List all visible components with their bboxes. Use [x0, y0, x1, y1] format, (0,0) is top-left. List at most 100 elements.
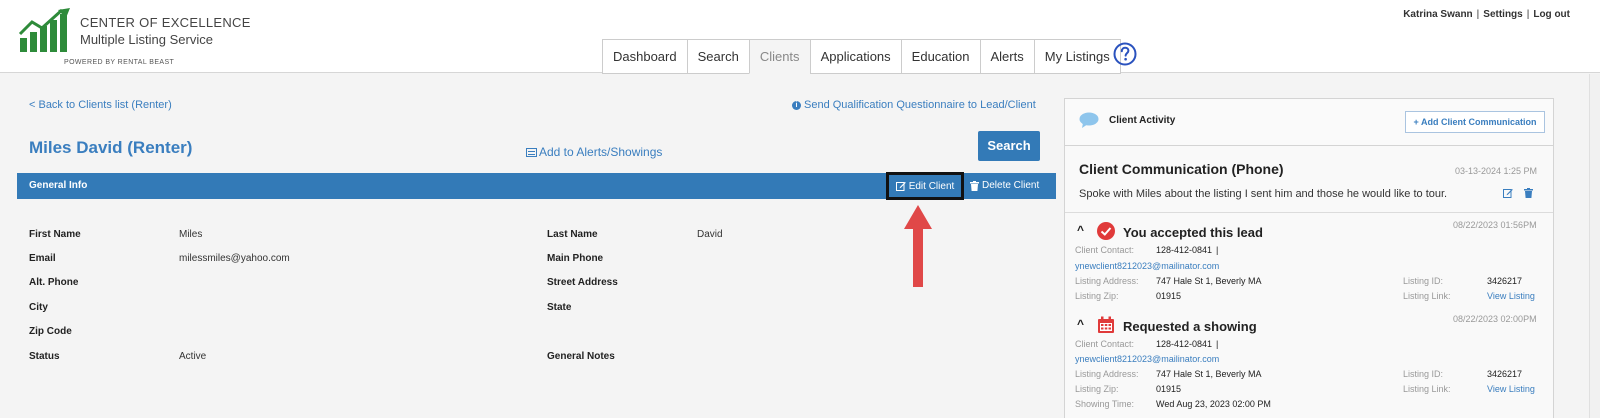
brand-powered-by: POWERED BY RENTAL BEAST [64, 59, 175, 66]
page-title: Miles David (Renter) [29, 138, 193, 157]
chevron-up-icon[interactable]: ^ [1077, 317, 1084, 331]
logout-link[interactable]: Log out [1533, 9, 1570, 20]
check-circle-icon [1097, 222, 1115, 240]
street-address-label: Street Address [547, 277, 618, 288]
user-links: Katrina Swann | Settings | Log out [1403, 9, 1570, 20]
search-button[interactable]: Search [978, 131, 1040, 161]
page-scrollbar[interactable] [1589, 74, 1600, 418]
brand-logo[interactable]: CENTER OF EXCELLENCE Multiple Listing Se… [18, 8, 250, 70]
state-label: State [547, 302, 572, 313]
email-label: Email [29, 253, 56, 264]
add-to-alerts-label: Add to Alerts/Showings [539, 145, 663, 159]
bar-chart-logo-icon [18, 8, 70, 52]
city-label: City [29, 302, 48, 313]
email-value: milessmiles@yahoo.com [179, 253, 290, 264]
app-header: CENTER OF EXCELLENCE Multiple Listing Se… [0, 0, 1600, 74]
client-contact-phone: 128-412-0841 [1156, 339, 1213, 349]
trash-icon[interactable] [1524, 188, 1533, 198]
add-client-communication-button[interactable]: + Add Client Communication [1405, 111, 1545, 133]
edit-client-button[interactable]: Edit Client [886, 172, 964, 200]
listing-id-label: Listing ID: [1403, 369, 1444, 379]
showing-time-label: Showing Time: [1075, 399, 1135, 409]
add-to-alerts-link[interactable]: Add to Alerts/Showings [526, 145, 662, 159]
edit-icon [895, 182, 906, 191]
client-activity-title: Client Activity [1109, 115, 1176, 126]
delete-client-label: Delete Client [982, 180, 1040, 191]
brand-line-2: Multiple Listing Service [80, 32, 213, 47]
tab-education[interactable]: Education [900, 39, 980, 74]
tab-dashboard[interactable]: Dashboard [602, 39, 687, 74]
tab-search[interactable]: Search [686, 39, 749, 74]
red-up-arrow-annotation [904, 205, 932, 287]
listing-zip-label: Listing Zip: [1075, 291, 1119, 301]
question-circle-icon[interactable] [1113, 42, 1137, 66]
back-to-clients-link[interactable]: < Back to Clients list (Renter) [29, 99, 172, 111]
client-activity-header: Client Activity + Add Client Communicati… [1065, 99, 1553, 146]
alt-phone-label: Alt. Phone [29, 277, 79, 288]
tab-clients[interactable]: Clients [748, 39, 810, 74]
listing-link-label: Listing Link: [1403, 291, 1451, 301]
listing-address-value: 747 Hale St 1, Beverly MA [1156, 276, 1262, 286]
chevron-up-icon[interactable]: ^ [1077, 223, 1084, 237]
listing-id-label: Listing ID: [1403, 276, 1444, 286]
listing-zip-value: 01915 [1156, 384, 1182, 394]
user-name-link[interactable]: Katrina Swann [1403, 9, 1472, 20]
listing-zip-label: Listing Zip: [1075, 384, 1119, 394]
listing-address-label: Listing Address: [1075, 369, 1139, 379]
separator: | [1216, 339, 1219, 349]
listing-id-value: 3426217 [1487, 369, 1523, 379]
list-icon [526, 147, 537, 157]
chat-bubble-icon [1079, 112, 1099, 128]
activity-date: 08/22/2023 01:56PM [1453, 220, 1537, 230]
separator: | [1476, 9, 1480, 20]
activity-date: 08/22/2023 02:00PM [1453, 314, 1537, 324]
edit-icon[interactable] [1503, 188, 1513, 198]
divider [1065, 212, 1553, 213]
brand-line-1: CENTER OF EXCELLENCE [80, 15, 251, 30]
client-email-link[interactable]: ynewclient8212023@mailinator.com [1075, 261, 1219, 271]
info-icon: i [792, 100, 801, 110]
general-info-title: General Info [29, 180, 88, 191]
client-contact-label: Client Contact: [1075, 339, 1135, 349]
client-email-link[interactable]: ynewclient8212023@mailinator.com [1075, 354, 1219, 364]
client-contact-phone: 128-412-0841 [1156, 245, 1213, 255]
general-notes-label: General Notes [547, 351, 615, 362]
status-label: Status [29, 351, 60, 362]
send-questionnaire-label: Send Qualification Questionnaire to Lead… [804, 99, 1036, 111]
separator: | [1216, 245, 1219, 255]
listing-id-value: 3426217 [1487, 276, 1523, 286]
listing-zip-value: 01915 [1156, 291, 1182, 301]
listing-link-label: Listing Link: [1403, 384, 1451, 394]
activity-title: Requested a showing [1123, 319, 1257, 334]
main-nav: Dashboard Search Clients Applications Ed… [602, 39, 1121, 74]
view-listing-link[interactable]: View Listing [1487, 291, 1535, 301]
communication-title: Client Communication (Phone) [1079, 161, 1284, 177]
first-name-value: Miles [179, 229, 203, 240]
general-info-bar: General Info Edit Client Delete Client [17, 172, 1056, 200]
showing-time-value: Wed Aug 23, 2023 02:00 PM [1156, 399, 1271, 409]
communication-date: 03-13-2024 1:25 PM [1455, 166, 1538, 176]
activity-title: You accepted this lead [1123, 225, 1263, 240]
last-name-label: Last Name [547, 229, 598, 240]
view-listing-link[interactable]: View Listing [1487, 384, 1535, 394]
communication-text: Spoke with Miles about the listing I sen… [1079, 188, 1448, 200]
edit-client-label: Edit Client [908, 180, 955, 192]
first-name-label: First Name [29, 229, 81, 240]
zip-code-label: Zip Code [29, 326, 72, 337]
client-activity-panel: Client Activity + Add Client Communicati… [1064, 98, 1554, 418]
tab-my-listings[interactable]: My Listings [1033, 39, 1121, 74]
tab-applications[interactable]: Applications [809, 39, 901, 74]
main-phone-label: Main Phone [547, 253, 604, 264]
last-name-value: David [697, 229, 723, 240]
listing-address-value: 747 Hale St 1, Beverly MA [1156, 369, 1262, 379]
send-questionnaire-link[interactable]: i Send Qualification Questionnaire to Le… [792, 99, 1036, 111]
settings-link[interactable]: Settings [1483, 9, 1522, 20]
client-contact-label: Client Contact: [1075, 245, 1135, 255]
separator: | [1526, 9, 1530, 20]
tab-alerts[interactable]: Alerts [979, 39, 1034, 74]
calendar-icon [1098, 316, 1114, 333]
listing-address-label: Listing Address: [1075, 276, 1139, 286]
trash-icon [970, 180, 979, 191]
status-value: Active [179, 351, 207, 362]
delete-client-button[interactable]: Delete Client [970, 180, 1039, 191]
